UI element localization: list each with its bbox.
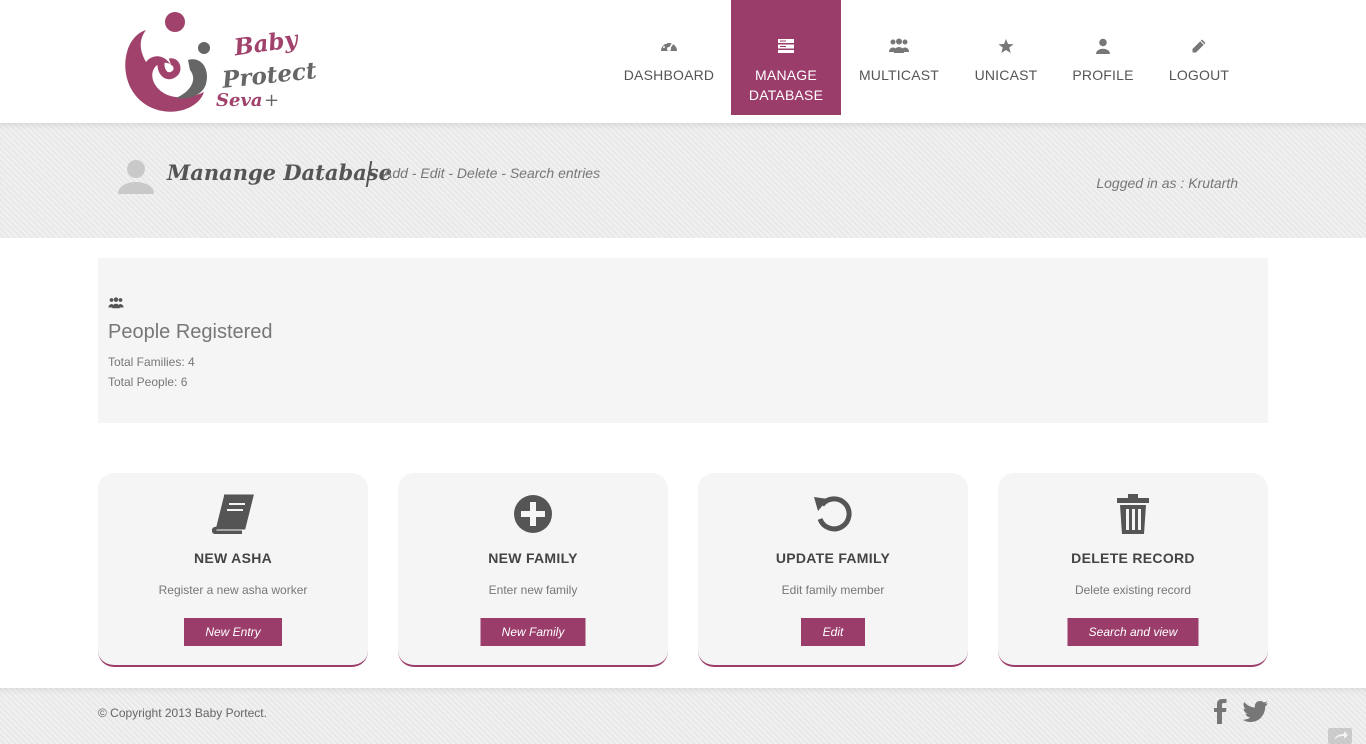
card-title: UPDATE FAMILY (775, 550, 891, 566)
card-delete-record: DELETE RECORD Delete existing record Sea… (998, 473, 1268, 667)
site-footer: © Copyright 2013 Baby Portect. (0, 688, 1366, 744)
logged-in-status: Logged in as : Krutarth (1096, 175, 1238, 191)
nav-item-logout[interactable]: LOGOUT (1151, 0, 1247, 115)
nav-item-manage-database[interactable]: MANAGE DATABASE (731, 0, 841, 115)
new-family-button[interactable]: New Family (480, 618, 586, 646)
nav-item-dashboard[interactable]: DASHBOARD (607, 0, 731, 115)
page-title: Manange Database (167, 160, 392, 185)
edit-button[interactable]: Edit (801, 618, 865, 646)
search-and-view-button[interactable]: Search and view (1067, 618, 1199, 646)
dashboard-icon (659, 37, 679, 55)
nav-item-unicast[interactable]: UNICAST (957, 0, 1055, 115)
pencil-icon (1189, 37, 1209, 55)
main-nav: DASHBOARD MANAGE DATABASE MULTICAST UNIC… (607, 0, 1247, 115)
card-new-asha: NEW ASHA Register a new asha worker New … (98, 473, 368, 667)
card-title: DELETE RECORD (1071, 550, 1195, 566)
nav-item-multicast[interactable]: MULTICAST (841, 0, 957, 115)
nav-label-manage-database: MANAGE DATABASE (748, 67, 824, 103)
stats-title: People Registered (108, 321, 273, 343)
twitter-icon[interactable] (1242, 700, 1269, 722)
copyright-text: © Copyright 2013 Baby Portect. (98, 706, 267, 720)
logo-text-seva: Seva (216, 90, 263, 111)
book-icon (212, 493, 254, 535)
facebook-icon[interactable] (1211, 698, 1229, 724)
people-registered-panel: People Registered Total Families: 4 Tota… (98, 258, 1268, 423)
share-icon[interactable] (1328, 728, 1352, 744)
logo-text-plus: + (264, 90, 280, 111)
card-description: Register a new asha worker (158, 583, 308, 597)
page-subtitle: Add - Edit - Delete - Search entries (383, 165, 601, 181)
plus-circle-icon (512, 493, 554, 535)
user-avatar-icon (117, 158, 155, 194)
nav-label-logout: LOGOUT (1168, 67, 1230, 83)
total-families: Total Families: 4 (108, 355, 195, 369)
refresh-icon (812, 493, 854, 535)
star-icon (996, 37, 1016, 55)
user-icon (1093, 37, 1113, 55)
card-title: NEW ASHA (193, 550, 273, 566)
baby-protect-logo[interactable]: Baby Protect Seva + (118, 8, 318, 118)
nav-label-unicast: UNICAST (974, 67, 1038, 83)
card-description: Delete existing record (1074, 583, 1192, 597)
group-icon (889, 37, 909, 55)
card-new-family: NEW FAMILY Enter new family New Family (398, 473, 668, 667)
new-entry-button[interactable]: New Entry (184, 618, 282, 646)
database-icon (776, 37, 796, 55)
total-people: Total People: 6 (108, 375, 188, 389)
nav-label-multicast: MULTICAST (858, 67, 940, 83)
nav-label-profile: PROFILE (1072, 67, 1134, 83)
nav-item-profile[interactable]: PROFILE (1055, 0, 1151, 115)
nav-label-dashboard: DASHBOARD (623, 67, 715, 83)
card-description: Edit family member (781, 583, 885, 597)
trash-icon (1112, 493, 1154, 535)
site-header: Baby Protect Seva + DASHBOARD MANAGE DAT… (0, 0, 1366, 123)
card-title: NEW FAMILY (488, 550, 578, 566)
card-update-family: UPDATE FAMILY Edit family member Edit (698, 473, 968, 667)
page-title-band: Manange Database Add - Edit - Delete - S… (0, 123, 1366, 238)
group-icon (108, 294, 124, 313)
card-description: Enter new family (488, 583, 578, 597)
